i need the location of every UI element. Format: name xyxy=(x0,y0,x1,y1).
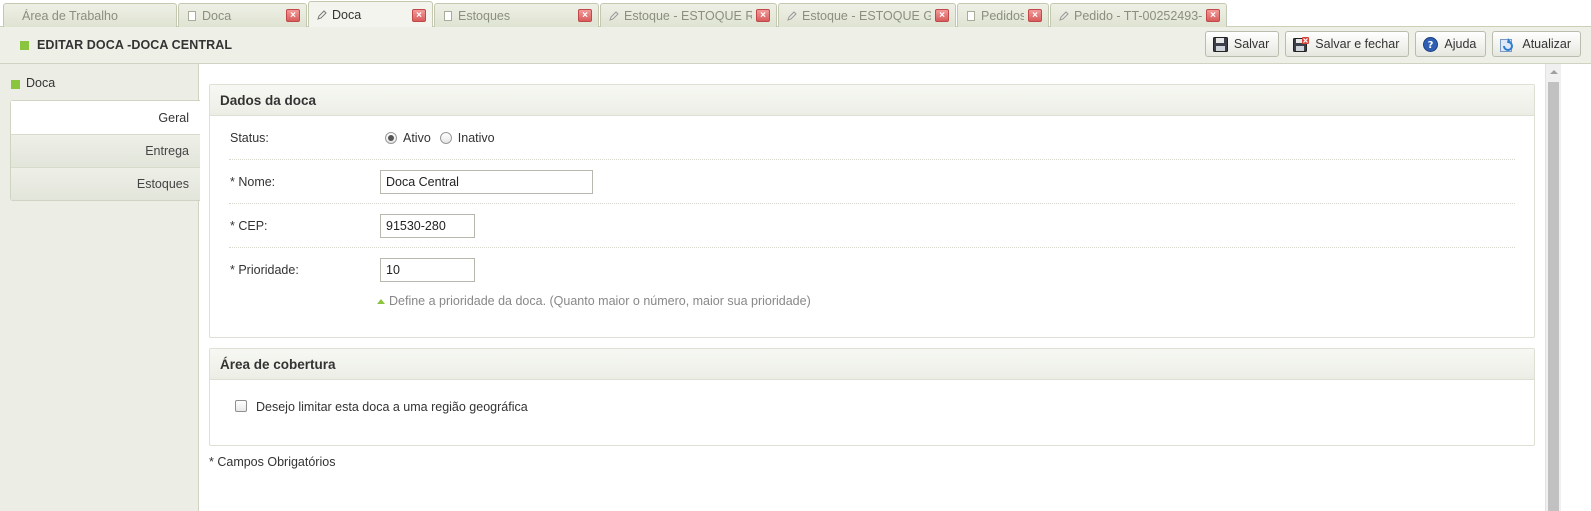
save-and-close-button[interactable]: Salvar e fechar xyxy=(1285,31,1410,57)
refresh-icon xyxy=(1500,37,1516,52)
document-icon xyxy=(187,10,197,21)
name-input[interactable] xyxy=(380,169,593,194)
page-title: EDITAR DOCA -DOCA CENTRAL xyxy=(37,38,233,52)
priority-input[interactable] xyxy=(380,258,475,282)
limit-region-label[interactable]: Desejo limitar esta doca a uma região ge… xyxy=(256,400,528,414)
close-icon[interactable]: × xyxy=(286,9,300,22)
tab-label: Pedidos xyxy=(981,8,1024,23)
tab-pedido-tt[interactable]: Pedido - TT-00252493-0 × xyxy=(1050,3,1227,27)
priority-label: * Prioridade: xyxy=(230,263,299,277)
help-icon: ? xyxy=(1423,36,1439,52)
tab-label: Estoque - ESTOQUE GR xyxy=(802,8,931,23)
tab-pedidos[interactable]: Pedidos × xyxy=(957,3,1049,27)
panel-title: Área de cobertura xyxy=(210,349,1534,380)
refresh-button[interactable]: Atualizar xyxy=(1492,31,1581,57)
pencil-icon xyxy=(1059,10,1069,21)
tab-entrega[interactable]: Entrega xyxy=(11,134,200,167)
status-active-radio[interactable] xyxy=(385,131,397,144)
document-icon xyxy=(443,10,453,21)
svg-text:?: ? xyxy=(1428,40,1434,51)
save-button-label: Salvar xyxy=(1233,37,1270,51)
document-icon xyxy=(966,10,976,21)
status-label: Status: xyxy=(230,130,269,145)
left-panel: Doca Geral Entrega Estoques xyxy=(0,64,201,511)
pencil-icon xyxy=(317,10,327,20)
coverage-body: Desejo limitar esta doca a uma região ge… xyxy=(210,380,1534,436)
vertical-scrollbar[interactable] xyxy=(1545,64,1561,511)
floppy-disk-icon xyxy=(1212,36,1228,52)
close-icon[interactable]: × xyxy=(412,8,426,22)
cep-label: * CEP: xyxy=(230,218,268,233)
tab-label: Estoques xyxy=(458,8,511,23)
status-row: Status: Ativo Inativo xyxy=(229,116,1515,160)
vertical-tabs: Geral Entrega Estoques xyxy=(10,100,201,201)
limit-region-checkbox[interactable] xyxy=(235,400,247,412)
scroll-up-button[interactable] xyxy=(1546,64,1561,80)
close-icon[interactable]: × xyxy=(935,9,949,22)
tab-estoque-gr[interactable]: Estoque - ESTOQUE GR × xyxy=(778,3,956,27)
priority-field-wrap xyxy=(380,258,475,282)
section-marker-icon xyxy=(11,80,20,89)
status-field: Ativo Inativo xyxy=(385,131,504,145)
tab-geral[interactable]: Geral xyxy=(11,101,201,134)
pencil-icon xyxy=(787,10,797,21)
tab-estoque-rs[interactable]: Estoque - ESTOQUE RS × xyxy=(600,3,777,27)
save-button[interactable]: Salvar xyxy=(1204,31,1280,57)
tab-estoques-side[interactable]: Estoques xyxy=(11,167,200,200)
cep-row: * CEP: xyxy=(229,204,1515,248)
content-area: Dados da doca Status: Ativo Inativo * No… xyxy=(200,64,1545,511)
tab-label: Pedido - TT-00252493-0 xyxy=(1074,8,1202,23)
radio-selected-dot xyxy=(388,134,394,141)
name-label: * Nome: xyxy=(230,174,276,189)
scroll-thumb[interactable] xyxy=(1548,82,1559,511)
title-bar: EDITAR DOCA -DOCA CENTRAL Salvar Salvar … xyxy=(0,27,1591,64)
left-panel-title: Doca xyxy=(26,76,56,90)
status-inactive-radio[interactable] xyxy=(439,131,452,144)
required-fields-note: * Campos Obrigatórios xyxy=(209,455,336,469)
arrow-up-icon xyxy=(1549,70,1558,74)
close-icon[interactable]: × xyxy=(578,9,592,22)
save-and-close-button-label: Salvar e fechar xyxy=(1315,37,1400,51)
priority-row: * Prioridade: xyxy=(229,248,1515,292)
pencil-icon xyxy=(609,10,619,21)
tab-label: Área de Trabalho xyxy=(22,8,118,23)
tab-doca-list[interactable]: Doca × xyxy=(178,3,307,27)
refresh-button-label: Atualizar xyxy=(1522,37,1571,51)
tab-estoques[interactable]: Estoques × xyxy=(434,3,599,27)
hint-arrow-icon xyxy=(377,298,385,304)
toolbar: Salvar Salvar e fechar ? Ajuda Atualizar xyxy=(1204,31,1581,57)
cep-field-wrap xyxy=(380,213,475,238)
tab-label: Estoque - ESTOQUE RS xyxy=(624,8,752,23)
area-de-cobertura-panel: Área de cobertura Desejo limitar esta do… xyxy=(209,348,1535,446)
priority-hint-text: Define a prioridade da doca. (Quanto mai… xyxy=(389,294,811,308)
title-marker-icon xyxy=(20,41,29,50)
status-active-label[interactable]: Ativo xyxy=(403,131,431,145)
help-button-label: Ajuda xyxy=(1444,37,1477,51)
help-button[interactable]: ? Ajuda xyxy=(1415,31,1487,57)
name-field-wrap xyxy=(380,169,593,194)
tab-label: Doca xyxy=(202,8,232,23)
close-icon[interactable]: × xyxy=(1028,9,1042,22)
tab-doca-edit[interactable]: Doca × xyxy=(308,1,433,28)
name-row: * Nome: xyxy=(229,160,1515,204)
priority-hint: Define a prioridade da doca. (Quanto mai… xyxy=(377,294,811,308)
cep-input[interactable] xyxy=(380,213,475,238)
floppy-disk-close-icon xyxy=(1293,36,1310,52)
tab-label: Doca xyxy=(332,8,362,22)
tab-area-de-trabalho[interactable]: Área de Trabalho xyxy=(3,3,177,27)
close-icon[interactable]: × xyxy=(1206,9,1220,22)
status-inactive-label[interactable]: Inativo xyxy=(458,131,495,145)
tab-strip: Área de Trabalho Doca × Doca × Estoques … xyxy=(0,0,1591,28)
close-icon[interactable]: × xyxy=(756,9,770,22)
panel-title: Dados da doca xyxy=(210,85,1534,116)
